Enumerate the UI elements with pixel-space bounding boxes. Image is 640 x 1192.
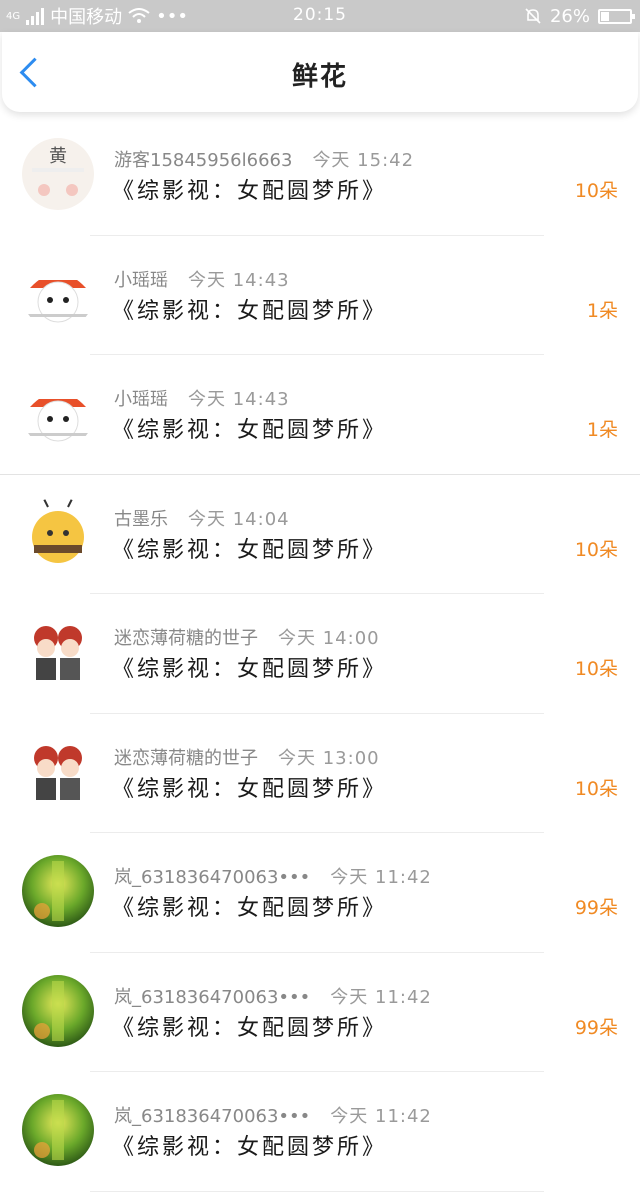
avatar-yellow-bee[interactable]: [22, 496, 94, 569]
battery-percent: 26%: [549, 5, 590, 27]
flower-count: 99朵: [574, 1016, 618, 1039]
item-meta: 小瑶瑶 今天 14:43: [114, 385, 290, 411]
username: 小瑶瑶: [114, 389, 168, 410]
list-item[interactable]: 岚_631836470063••• 今天 11:42 《综影视：女配圆梦所》 99…: [0, 953, 640, 1072]
list-item[interactable]: 岚_631836470063••• 今天 11:42 《综影视：女配圆梦所》 99…: [0, 833, 640, 953]
item-meta: 迷恋薄荷糖的世子 今天 14:00: [114, 624, 380, 650]
item-meta: 岚_631836470063••• 今天 11:42: [114, 983, 432, 1009]
bell-muted-icon: [525, 8, 541, 24]
status-bar: 4G 中国移动 ••• 20:15 26%: [0, 0, 640, 32]
flower-count: 10朵: [574, 777, 618, 800]
avatar-two-girls[interactable]: [22, 616, 94, 688]
username: 游客15845956l6663: [114, 150, 293, 171]
svg-text:黄: 黄: [49, 146, 67, 167]
avatar-green-nature[interactable]: [22, 974, 94, 1047]
avatar-two-girls[interactable]: [22, 735, 94, 808]
username: 岚_631836470063•••: [114, 867, 311, 888]
item-meta: 小瑶瑶 今天 14:43: [114, 266, 290, 292]
timestamp: 今天 14:43: [188, 269, 290, 291]
navigation-bar: 鲜花: [2, 32, 638, 112]
divider: [90, 1190, 544, 1192]
timestamp: 今天 14:43: [188, 389, 290, 410]
item-meta: 岚_631836470063••• 今天 11:42: [114, 863, 432, 889]
book-title: 《综影视：女配圆梦所》: [112, 298, 388, 324]
item-meta: 古墨乐 今天 14:04: [114, 505, 290, 531]
list-item[interactable]: 小瑶瑶 今天 14:43 《综影视：女配圆梦所》 1朵: [0, 236, 640, 355]
flower-count: 10朵: [574, 180, 618, 202]
timestamp: 今天 11:42: [330, 867, 432, 888]
book-title: 《综影视：女配圆梦所》: [112, 1135, 388, 1160]
item-meta: 岚_631836470063••• 今天 11:42: [114, 1102, 432, 1128]
username: 古墨乐: [114, 508, 168, 530]
book-title: 《综影视：女配圆梦所》: [112, 537, 388, 563]
timestamp: 今天 11:42: [330, 1106, 432, 1127]
username: 小瑶瑶: [114, 269, 168, 291]
flower-count: 99朵: [574, 897, 618, 919]
book-title: 《综影视：女配圆梦所》: [112, 418, 388, 443]
flower-count: 10朵: [574, 538, 618, 561]
book-title: 《综影视：女配圆梦所》: [112, 179, 388, 204]
status-right: 26%: [524, 4, 635, 28]
item-meta: 迷恋薄荷糖的世子 今天 13:00: [114, 744, 380, 770]
page-title: 鲜花: [291, 62, 348, 92]
flower-list: 黄 游客15845956l6663 今天 15:42 《综影视：女配圆梦所》 10…: [0, 116, 640, 1192]
book-title: 《综影视：女配圆梦所》: [112, 1015, 388, 1041]
timestamp: 今天 13:00: [278, 747, 380, 769]
avatar-green-nature[interactable]: [22, 855, 94, 927]
username: 岚_631836470063•••: [114, 986, 311, 1008]
list-item[interactable]: 古墨乐 今天 14:04 《综影视：女配圆梦所》 10朵: [0, 475, 640, 594]
avatar-panda-red-hat[interactable]: [22, 377, 94, 449]
avatar-panda-red-hat[interactable]: [22, 257, 94, 330]
list-item[interactable]: 迷恋薄荷糖的世子 今天 14:00 《综影视：女配圆梦所》 10朵: [0, 594, 640, 714]
list-item[interactable]: 迷恋薄荷糖的世子 今天 13:00 《综影视：女配圆梦所》 10朵: [0, 714, 640, 833]
book-title: 《综影视：女配圆梦所》: [112, 776, 388, 802]
avatar-green-nature[interactable]: [22, 1094, 94, 1166]
flower-count: 10朵: [574, 658, 618, 680]
username: 岚_631836470063•••: [114, 1106, 311, 1127]
book-title: 《综影视：女配圆梦所》: [112, 896, 388, 921]
battery-icon: [598, 8, 635, 24]
timestamp: 今天 11:42: [330, 986, 432, 1008]
flower-count: 1朵: [586, 299, 618, 322]
timestamp: 今天 14:00: [278, 628, 380, 649]
book-title: 《综影视：女配圆梦所》: [112, 657, 388, 682]
list-item[interactable]: 岚_631836470063••• 今天 11:42 《综影视：女配圆梦所》: [0, 1072, 640, 1192]
list-item[interactable]: 黄 游客15845956l6663 今天 15:42 《综影视：女配圆梦所》 10…: [0, 116, 640, 236]
username: 迷恋薄荷糖的世子: [114, 628, 258, 649]
username: 迷恋薄荷糖的世子: [114, 747, 258, 769]
flower-count: 1朵: [586, 419, 618, 441]
item-meta: 游客15845956l6663 今天 15:42: [114, 146, 414, 172]
list-item[interactable]: 小瑶瑶 今天 14:43 《综影视：女配圆梦所》 1朵: [0, 355, 640, 475]
timestamp: 今天 14:04: [188, 508, 290, 530]
battery-fill: [601, 11, 609, 21]
timestamp: 今天 15:42: [312, 150, 415, 171]
avatar-yellow-character[interactable]: 黄: [22, 138, 94, 210]
